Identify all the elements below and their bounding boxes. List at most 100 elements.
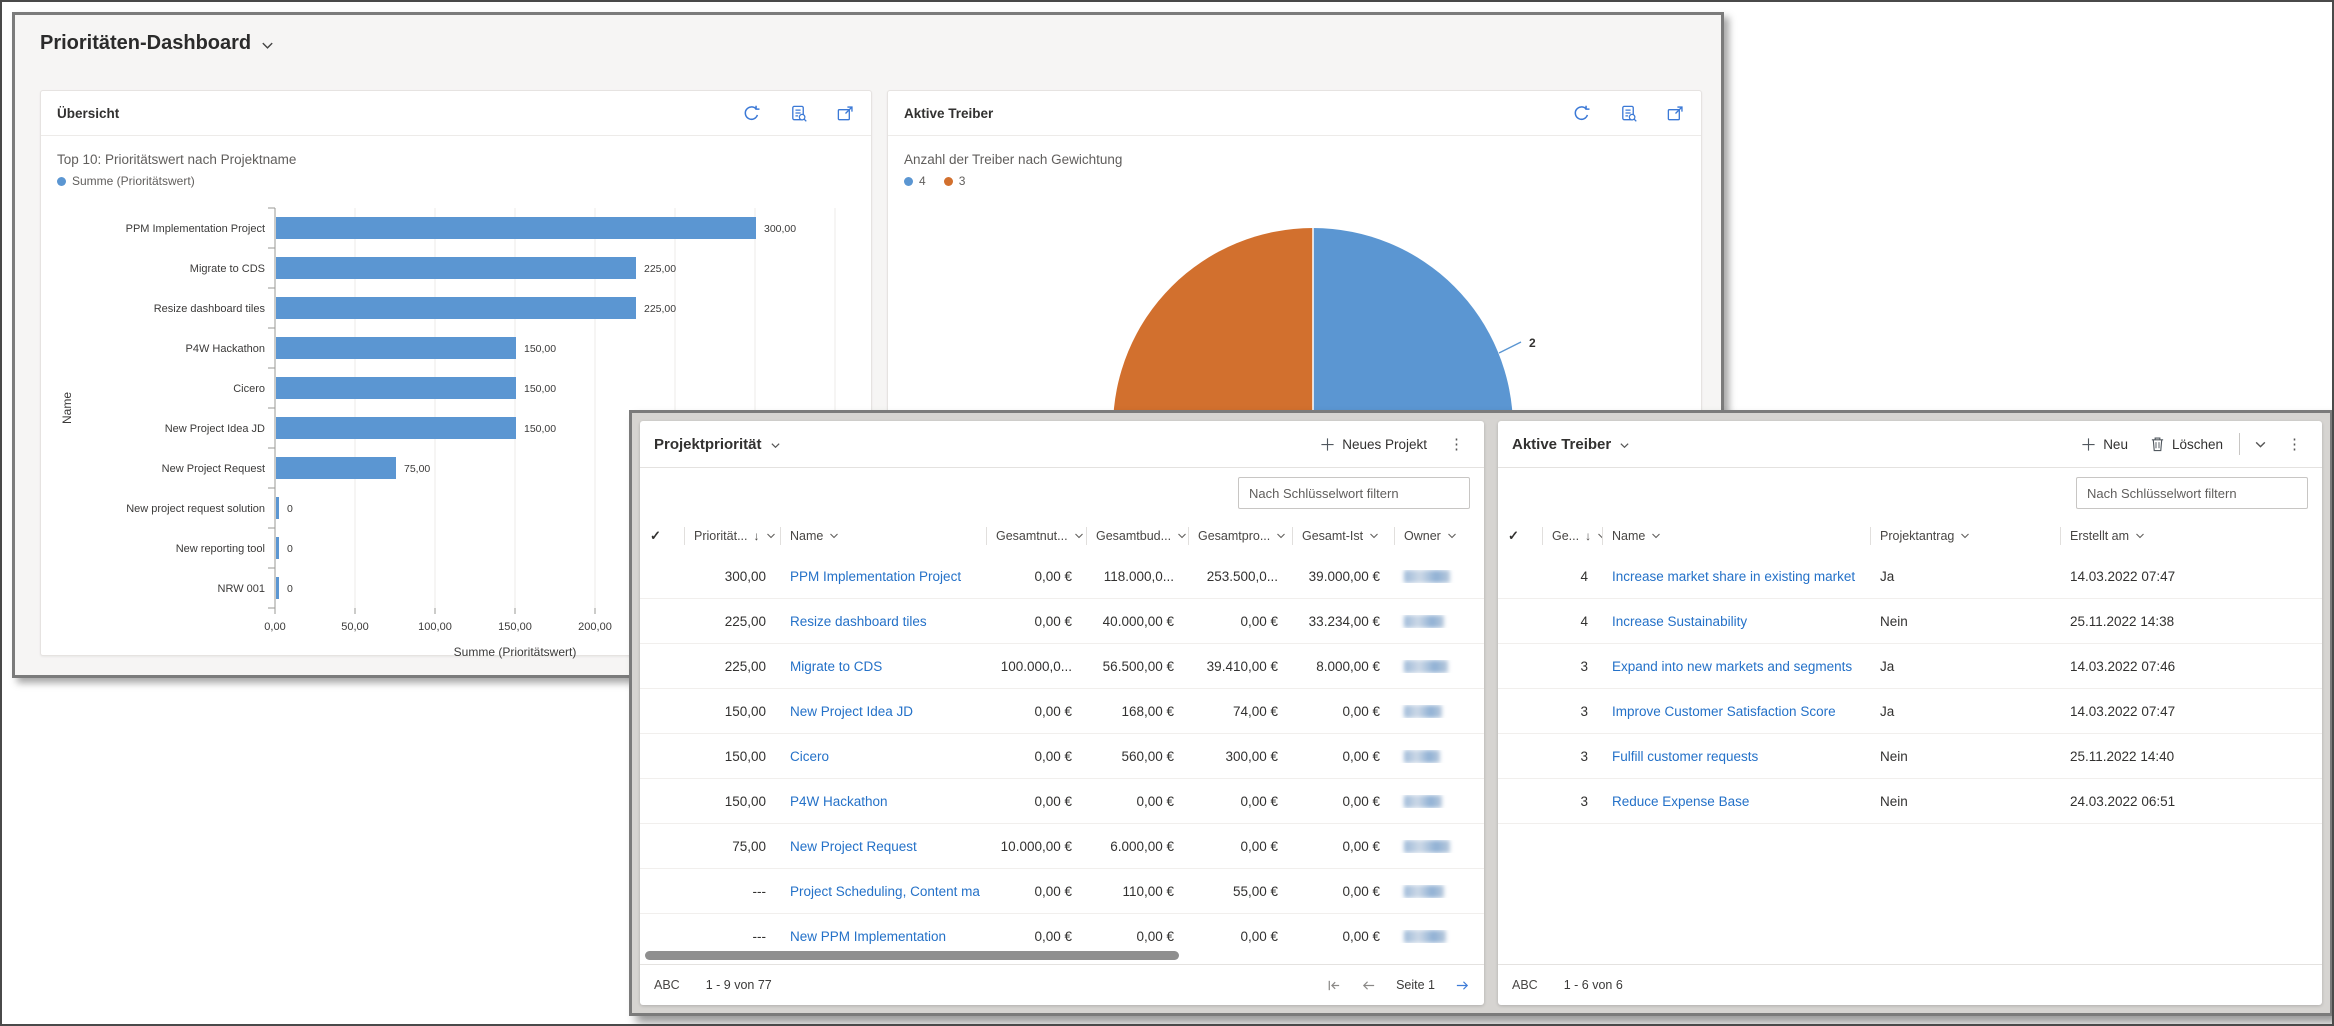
bar[interactable] [276,577,279,599]
view-records-icon[interactable] [789,104,808,123]
refresh-icon[interactable] [742,104,761,123]
jumpbar-toggle[interactable]: ABC [1512,978,1538,992]
first-page-icon[interactable] [1326,978,1341,993]
erstellt-am-cell: 25.11.2022 14:40 [2070,748,2175,764]
bar[interactable] [276,337,516,359]
svg-text:150,00: 150,00 [524,423,556,435]
table-row[interactable]: 225,00 Resize dashboard tiles 0,00 € 40.000… [640,599,1484,644]
table-row[interactable]: 3 Reduce Expense Base Nein 24.03.2022 06:51 [1498,779,2322,824]
bar-chart-title: Top 10: Prioritätswert nach Projektname [57,152,297,167]
drivers-rows: 4 Increase market share in existing marke… [1498,554,2322,964]
table-row[interactable]: 300,00 PPM Implementation Project 0,00 € 11… [640,554,1484,599]
next-page-icon[interactable] [1455,978,1470,993]
record-link[interactable]: Expand into new markets and segments [1602,659,1870,674]
refresh-icon[interactable] [1572,104,1591,123]
projects-view-selector[interactable]: Projektpriorität [654,436,781,453]
bar[interactable] [276,497,279,519]
new-driver-label: Neu [2103,436,2128,452]
bar[interactable] [276,537,279,559]
table-row[interactable]: 75,00 New Project Request 10.000,00 € 6.000… [640,824,1484,869]
column-header[interactable]: Owner [1394,518,1484,554]
column-header[interactable]: Gesamtbud... [1086,518,1188,554]
column-header[interactable]: Erstellt am [2060,518,2322,554]
column-header[interactable]: Gesamtpro... [1188,518,1292,554]
view-records-icon[interactable] [1619,104,1638,123]
bar[interactable] [276,297,636,319]
select-all-checkbox[interactable]: ✓ [1498,518,1542,554]
popout-icon[interactable] [1666,104,1685,123]
previous-page-icon[interactable] [1361,978,1376,993]
table-row[interactable]: 225,00 Migrate to CDS 100.000,0... 56.500,0… [640,644,1484,689]
delete-button[interactable]: Löschen [2144,432,2229,456]
record-link[interactable]: Project Scheduling, Content ma [780,884,986,899]
svg-text:2: 2 [1529,336,1536,350]
drivers-view-selector[interactable]: Aktive Treiber [1512,436,1630,453]
more-commands-icon[interactable]: ⋮ [2281,435,2308,453]
legend-dot [57,176,66,186]
record-link[interactable]: Cicero [780,749,986,764]
dashboard-title[interactable]: Prioritäten-Dashboard [40,32,275,55]
column-header[interactable]: Gesamtnut... [986,518,1086,554]
check-icon: ✓ [1508,528,1519,543]
bar[interactable] [276,217,756,239]
record-link[interactable]: Fulfill customer requests [1602,749,1870,764]
jumpbar-toggle[interactable]: ABC [654,978,680,992]
svg-text:225,00: 225,00 [644,303,676,315]
chevron-down-icon [830,533,839,539]
column-header[interactable]: Name [780,518,986,554]
drivers-card-title: Aktive Treiber [904,105,994,121]
record-link[interactable]: P4W Hackathon [780,794,986,809]
column-header[interactable]: Gesamt-Ist [1292,518,1394,554]
record-count: 1 - 9 von 77 [705,978,772,992]
owner-redacted-blur [1404,704,1442,718]
bar[interactable] [276,257,636,279]
drivers-filter-input[interactable] [2076,477,2308,509]
svg-text:Migrate to CDS: Migrate to CDS [190,263,265,275]
record-link[interactable]: Migrate to CDS [780,659,986,674]
drivers-column-headers: ✓ Ge... ↓ Name Projektantrag Erstellt am [1498,518,2322,554]
record-link[interactable]: Increase market share in existing market [1602,569,1870,584]
table-row[interactable]: 4 Increase market share in existing marke… [1498,554,2322,599]
column-header[interactable]: Name [1602,518,1870,554]
record-link[interactable]: Resize dashboard tiles [780,614,986,629]
table-row[interactable]: --- Project Scheduling, Content ma 0,00 € 1… [640,869,1484,914]
svg-text:0: 0 [287,583,293,595]
gesamtnutzen-cell: 100.000,0... [1000,658,1072,674]
table-row[interactable]: 4 Increase Sustainability Nein 25.11.2022 1… [1498,599,2322,644]
table-row[interactable]: 3 Improve Customer Satisfaction Score Ja 14… [1498,689,2322,734]
bar[interactable] [276,457,396,479]
column-header[interactable]: Projektantrag [1870,518,2060,554]
scrollbar-thumb[interactable] [645,951,1179,960]
column-header[interactable]: Priorität... ↓ [684,518,780,554]
projects-filter-input[interactable] [1238,477,1470,509]
projektantrag-cell: Ja [1880,658,1895,674]
table-row[interactable]: 3 Expand into new markets and segments Ja 1… [1498,644,2322,689]
delete-dropdown-icon[interactable] [2250,436,2271,453]
new-project-button[interactable]: Neues Projekt [1314,433,1433,456]
bar[interactable] [276,417,516,439]
bar[interactable] [276,377,516,399]
popout-icon[interactable] [836,104,855,123]
svg-text:200,00: 200,00 [578,621,612,633]
new-driver-button[interactable]: Neu [2075,433,2134,456]
table-row[interactable]: 3 Fulfill customer requests Nein 25.11.2022… [1498,734,2322,779]
table-row[interactable]: 150,00 New Project Idea JD 0,00 € 168,00 € 7… [640,689,1484,734]
table-row[interactable]: --- New PPM Implementation 0,00 € 0,00 € 0,0… [640,914,1484,949]
gesamtprognose-cell: 0,00 € [1240,928,1278,944]
record-link[interactable]: Improve Customer Satisfaction Score [1602,704,1870,719]
gesamt-ist-cell: 39.000,00 € [1308,568,1380,584]
record-link[interactable]: Increase Sustainability [1602,614,1870,629]
record-link[interactable]: PPM Implementation Project [780,569,986,584]
record-link[interactable]: Reduce Expense Base [1602,794,1870,809]
table-row[interactable]: 150,00 P4W Hackathon 0,00 € 0,00 € 0,00 € 0,0… [640,779,1484,824]
record-link[interactable]: New Project Idea JD [780,704,986,719]
table-row[interactable]: 150,00 Cicero 0,00 € 560,00 € 300,00 € 0,00 € [640,734,1484,779]
record-link[interactable]: New Project Request [780,839,986,854]
record-link[interactable]: New PPM Implementation [780,929,986,944]
svg-text:PPM Implementation Project: PPM Implementation Project [126,223,265,235]
column-header[interactable]: Ge... ↓ [1542,518,1602,554]
gesamtprognose-cell: 0,00 € [1240,793,1278,809]
select-all-checkbox[interactable]: ✓ [640,518,684,554]
pie-chart-legend: 4 3 [904,174,1685,188]
more-commands-icon[interactable]: ⋮ [1443,435,1470,453]
